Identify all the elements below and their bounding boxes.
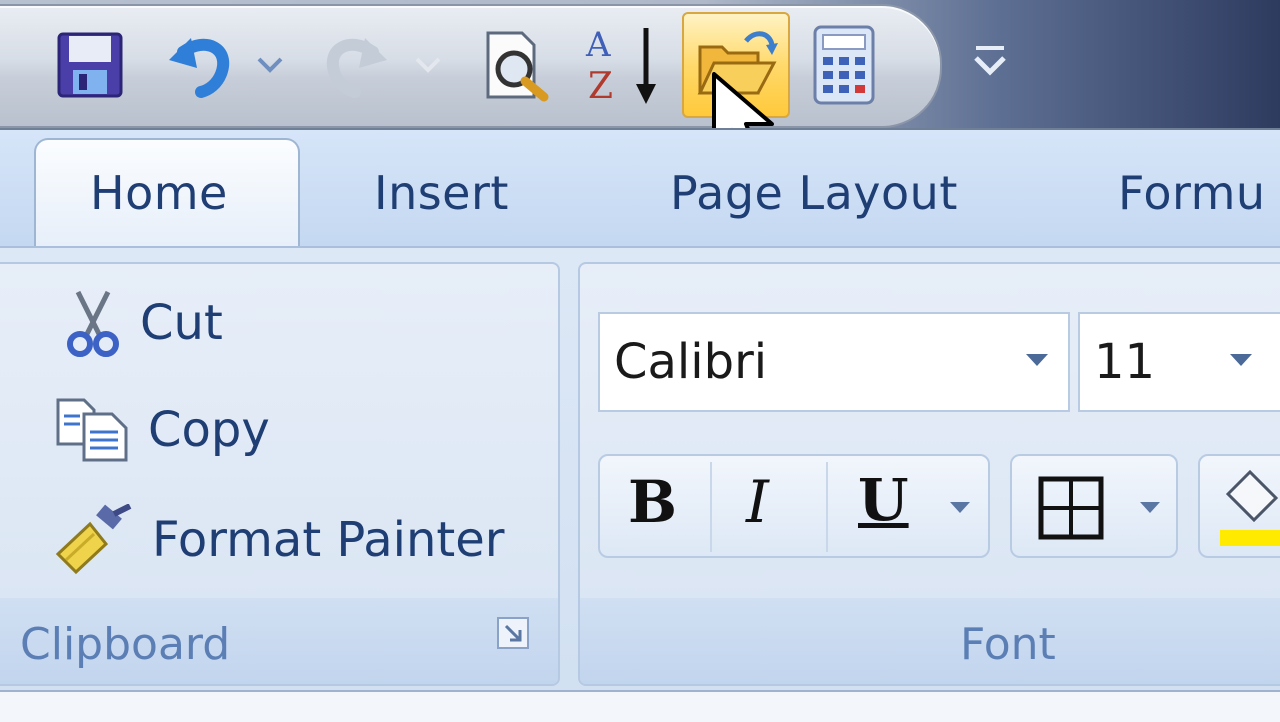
svg-text:A: A bbox=[585, 25, 611, 65]
tab-formulas[interactable]: Formu bbox=[1118, 166, 1266, 220]
borders-dropdown-icon[interactable] bbox=[1140, 502, 1160, 513]
bold-button[interactable]: B bbox=[628, 468, 677, 536]
font-size-dropdown-icon[interactable] bbox=[1230, 354, 1252, 366]
paintbrush-icon bbox=[55, 504, 132, 575]
tab-home[interactable]: Home bbox=[90, 166, 228, 220]
borders-icon bbox=[1038, 476, 1104, 540]
sort-ascending-button[interactable]: A Z bbox=[580, 24, 666, 107]
customize-quick-access-button[interactable] bbox=[968, 40, 1012, 88]
tab-insert[interactable]: Insert bbox=[374, 166, 509, 220]
undo-dropdown-icon bbox=[257, 57, 283, 73]
separator bbox=[710, 462, 712, 552]
copy-button[interactable]: Copy bbox=[54, 398, 270, 462]
font-name-value: Calibri bbox=[614, 334, 768, 390]
clipboard-dialog-launcher[interactable] bbox=[496, 616, 530, 654]
clipboard-group-label: Clipboard bbox=[20, 619, 231, 670]
sort-az-icon: A Z bbox=[585, 25, 656, 107]
font-size-combobox[interactable]: 11 bbox=[1078, 312, 1280, 412]
customize-qat-icon bbox=[974, 46, 1006, 76]
format-painter-label: Format Painter bbox=[152, 512, 505, 568]
underline-dropdown-icon[interactable] bbox=[950, 502, 970, 513]
copy-icon bbox=[56, 398, 128, 462]
italic-button[interactable]: I bbox=[746, 468, 769, 536]
underline-button[interactable]: U bbox=[858, 466, 909, 534]
copy-label: Copy bbox=[148, 402, 270, 458]
formula-bar-edge bbox=[0, 690, 1280, 722]
fill-color-icon bbox=[1220, 469, 1280, 546]
print-preview-button[interactable] bbox=[478, 24, 558, 106]
format-painter-button[interactable]: Format Painter bbox=[54, 504, 504, 576]
redo-icon bbox=[327, 38, 387, 98]
font-name-dropdown-icon[interactable] bbox=[1026, 354, 1048, 366]
calculator-icon bbox=[813, 25, 875, 105]
quick-access-toolbar-bar: A Z bbox=[0, 0, 1280, 162]
svg-text:Z: Z bbox=[588, 66, 613, 107]
separator bbox=[826, 462, 828, 552]
quick-access-toolbar bbox=[0, 4, 942, 128]
undo-icon bbox=[169, 38, 229, 98]
text-style-button-group: B I U bbox=[598, 454, 990, 558]
font-group-label: Font bbox=[960, 619, 1056, 670]
dialog-launcher-icon bbox=[497, 617, 529, 649]
undo-button[interactable] bbox=[160, 24, 240, 106]
font-size-value: 11 bbox=[1094, 334, 1156, 390]
save-icon bbox=[57, 32, 123, 98]
scissors-icon bbox=[67, 290, 119, 357]
cut-button[interactable]: Cut bbox=[64, 288, 223, 358]
cut-label: Cut bbox=[140, 295, 223, 351]
undo-dropdown[interactable] bbox=[250, 24, 290, 106]
font-name-combobox[interactable]: Calibri bbox=[598, 312, 1070, 412]
redo-dropdown-icon bbox=[415, 57, 441, 73]
fill-color-button[interactable] bbox=[1198, 454, 1280, 558]
save-button[interactable] bbox=[52, 24, 128, 106]
redo-button[interactable] bbox=[316, 24, 396, 106]
redo-dropdown[interactable] bbox=[408, 24, 448, 106]
tab-page-layout[interactable]: Page Layout bbox=[670, 166, 958, 220]
print-preview-icon bbox=[486, 31, 549, 102]
calculator-button[interactable] bbox=[806, 24, 882, 106]
borders-button[interactable] bbox=[1010, 454, 1178, 558]
font-group-footer bbox=[580, 598, 1280, 684]
